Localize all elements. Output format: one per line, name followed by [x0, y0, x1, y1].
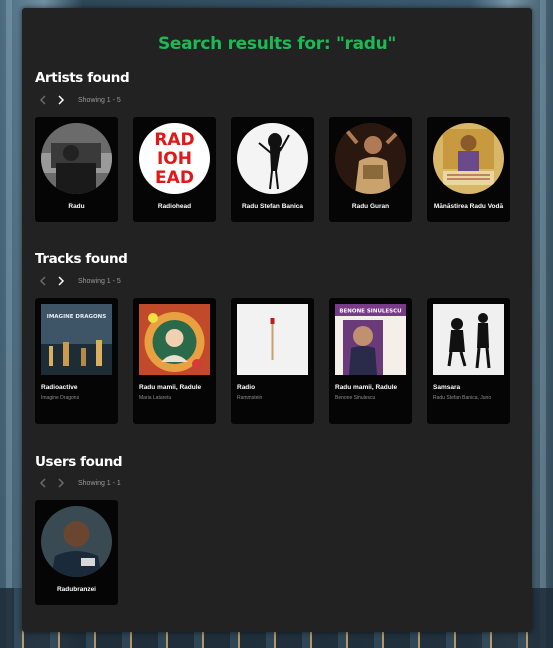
album-cover: IMAGINE DRAGONS	[41, 304, 112, 375]
track-card[interactable]: IMAGINE DRAGONS Radioactive Imagine Drag…	[35, 298, 118, 424]
track-title: Samsara	[433, 384, 461, 391]
artist-name: Mănăstirea Radu Vodă	[433, 203, 504, 210]
background-stripe	[6, 0, 12, 648]
chevron-left-icon[interactable]	[36, 274, 50, 288]
track-artist: Benone Sinulescu	[335, 395, 376, 401]
chevron-right-icon[interactable]	[54, 93, 68, 107]
track-title: Radioactive	[41, 384, 78, 391]
avatar	[41, 506, 112, 577]
track-title: Radio	[237, 384, 256, 391]
track-card[interactable]: Radu mamii, Radule Maria Lataretu	[133, 298, 216, 424]
album-cover: BENONE SINULESCU	[335, 304, 406, 375]
track-artist: Rammstein	[237, 395, 263, 401]
search-results-panel: Search results for: "radu" Artists found…	[22, 8, 532, 632]
users-showing-count: Showing 1 - 1	[78, 479, 121, 487]
artist-card[interactable]: RAD IOH EAD Radiohead	[133, 117, 216, 222]
artists-heading: Artists found	[35, 70, 130, 86]
track-title: Radu mamii, Radule	[139, 384, 202, 391]
track-artist: Radu Stefan Banica, Juno	[433, 395, 492, 401]
artist-image	[433, 123, 504, 194]
tracks-heading: Tracks found	[35, 251, 128, 267]
artist-card[interactable]: Radu Guran	[329, 117, 412, 222]
album-cover	[139, 304, 210, 375]
chevron-right-icon[interactable]	[54, 274, 68, 288]
artists-showing-count: Showing 1 - 5	[78, 96, 121, 104]
artist-image	[237, 123, 308, 194]
chevron-right-icon[interactable]	[54, 476, 68, 490]
track-card[interactable]: Radio Rammstein	[231, 298, 314, 424]
artwork-text: BENONE SINULESCU	[339, 309, 401, 315]
artist-image: RAD IOH EAD	[139, 123, 210, 194]
artist-card[interactable]: Mănăstirea Radu Vodă	[427, 117, 510, 222]
artwork-text-line: RAD	[154, 130, 194, 150]
artwork-text-line: IOH	[157, 149, 192, 169]
chevron-left-icon[interactable]	[36, 93, 50, 107]
background-stripe	[540, 0, 546, 648]
tracks-pager: Showing 1 - 5	[36, 274, 121, 288]
artist-name: Radiohead	[157, 203, 192, 210]
users-pager: Showing 1 - 1	[36, 476, 121, 490]
artwork-text: IMAGINE DRAGONS	[47, 314, 106, 320]
album-cover	[433, 304, 504, 375]
track-card[interactable]: Samsara Radu Stefan Banica, Juno	[427, 298, 510, 424]
page-title: Search results for: "radu"	[157, 34, 397, 54]
artist-name: Radu	[68, 203, 85, 210]
artwork-text-line: EAD	[155, 168, 194, 188]
artist-name: Radu Guran	[351, 203, 390, 210]
artist-card[interactable]: Radu Stefan Banica	[231, 117, 314, 222]
users-heading: Users found	[35, 454, 123, 470]
track-artist: Imagine Dragons	[41, 395, 80, 401]
artist-image	[41, 123, 112, 194]
chevron-left-icon[interactable]	[36, 476, 50, 490]
user-name: Radubranzei	[56, 586, 96, 593]
album-cover	[237, 304, 308, 375]
artist-card[interactable]: Radu	[35, 117, 118, 222]
track-title: Radu mamii, Radule	[335, 384, 398, 391]
user-card[interactable]: Radubranzei	[35, 500, 118, 605]
track-artist: Maria Lataretu	[139, 395, 172, 401]
tracks-showing-count: Showing 1 - 5	[78, 277, 121, 285]
artists-pager: Showing 1 - 5	[36, 93, 121, 107]
track-card[interactable]: BENONE SINULESCU Radu mamii, Radule Beno…	[329, 298, 412, 424]
artist-name: Radu Stefan Banica	[241, 203, 304, 210]
artist-image	[335, 123, 406, 194]
